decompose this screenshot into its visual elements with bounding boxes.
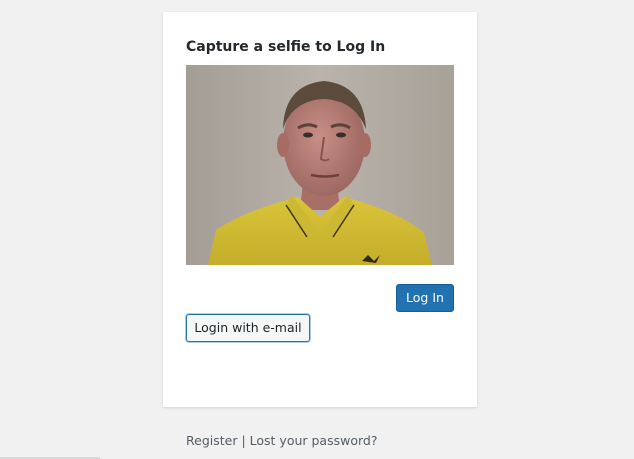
login-with-email-button[interactable]: Login with e-mail xyxy=(186,314,310,342)
lost-password-link[interactable]: Lost your password? xyxy=(250,433,378,448)
register-link[interactable]: Register xyxy=(186,433,237,448)
card-title: Capture a selfie to Log In xyxy=(186,39,386,55)
camera-preview xyxy=(186,65,454,265)
login-button[interactable]: Log In xyxy=(396,284,454,312)
selfie-image xyxy=(186,65,454,265)
login-nav-links: Register | Lost your password? xyxy=(186,433,377,448)
nav-separator: | xyxy=(237,433,250,448)
login-card: Capture a selfie to Log In Log In Login … xyxy=(163,12,477,407)
